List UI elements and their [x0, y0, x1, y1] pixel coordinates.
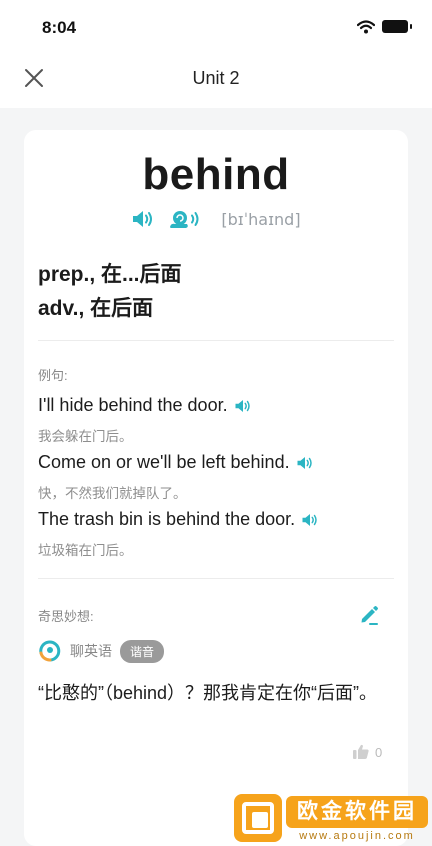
nav-bar: Unit 2 — [0, 56, 432, 108]
comment-text: “比憨的”（behind）？那我肯定在你“后面”。 — [38, 683, 378, 703]
watermark-url: www.apoujin.com — [299, 830, 415, 842]
snail-speaker-icon[interactable] — [169, 208, 203, 230]
example-translation: 我会躲在门后。 — [38, 429, 133, 444]
pencil-icon[interactable] — [358, 604, 380, 626]
example-sentence-text: The trash bin is behind the door. — [38, 509, 296, 529]
example-translation: 垃圾箱在门后。 — [38, 543, 133, 558]
divider — [38, 578, 394, 579]
author-name: 聊英语 — [70, 643, 112, 659]
avatar — [39, 640, 61, 662]
thumbs-up-icon — [353, 744, 369, 759]
like-button[interactable]: 0 — [352, 744, 382, 760]
example-translation: 快，不然我们就掉队了。 — [38, 486, 187, 501]
divider — [38, 340, 394, 341]
comment-author-row: 聊英语 谐音 — [38, 638, 165, 664]
watermark-text: 欧金软件园 — [286, 796, 428, 828]
example-sentence: Come on or we'll be left behind. — [38, 452, 314, 473]
word-card: behind [bɪˈhaɪnd] prep., 在...后面 adv., 在后… — [24, 130, 408, 846]
speaker-icon[interactable] — [131, 209, 155, 229]
watermark-logo-icon — [234, 794, 282, 842]
example-sentence-text: I'll hide behind the door. — [38, 395, 228, 415]
definition-prep: prep., 在...后面 — [38, 263, 182, 286]
status-time: 8:04 — [42, 18, 77, 37]
examples-label: 例句: — [38, 368, 68, 383]
like-count: 0 — [375, 744, 383, 760]
watermark: 欧金软件园 www.apoujin.com — [234, 794, 430, 846]
speaker-icon[interactable] — [296, 455, 314, 471]
tag-badge: 谐音 — [120, 639, 165, 663]
idea-label: 奇思妙想: — [38, 609, 94, 624]
example-sentence: I'll hide behind the door. — [38, 395, 252, 416]
battery-icon — [382, 20, 412, 33]
word-headword: behind — [142, 150, 290, 199]
speaker-icon[interactable] — [234, 398, 252, 414]
pronunciation-row: [bɪˈhaɪnd] — [24, 206, 408, 232]
status-bar: 8:04 — [0, 0, 432, 56]
phonetic-text: [bɪˈhaɪnd] — [221, 209, 301, 229]
definition-adv: adv., 在后面 — [38, 297, 154, 320]
wifi-icon — [357, 20, 375, 34]
page-title: Unit 2 — [192, 68, 240, 88]
example-sentence: The trash bin is behind the door. — [38, 509, 319, 530]
example-sentence-text: Come on or we'll be left behind. — [38, 452, 290, 472]
speaker-icon[interactable] — [301, 512, 319, 528]
